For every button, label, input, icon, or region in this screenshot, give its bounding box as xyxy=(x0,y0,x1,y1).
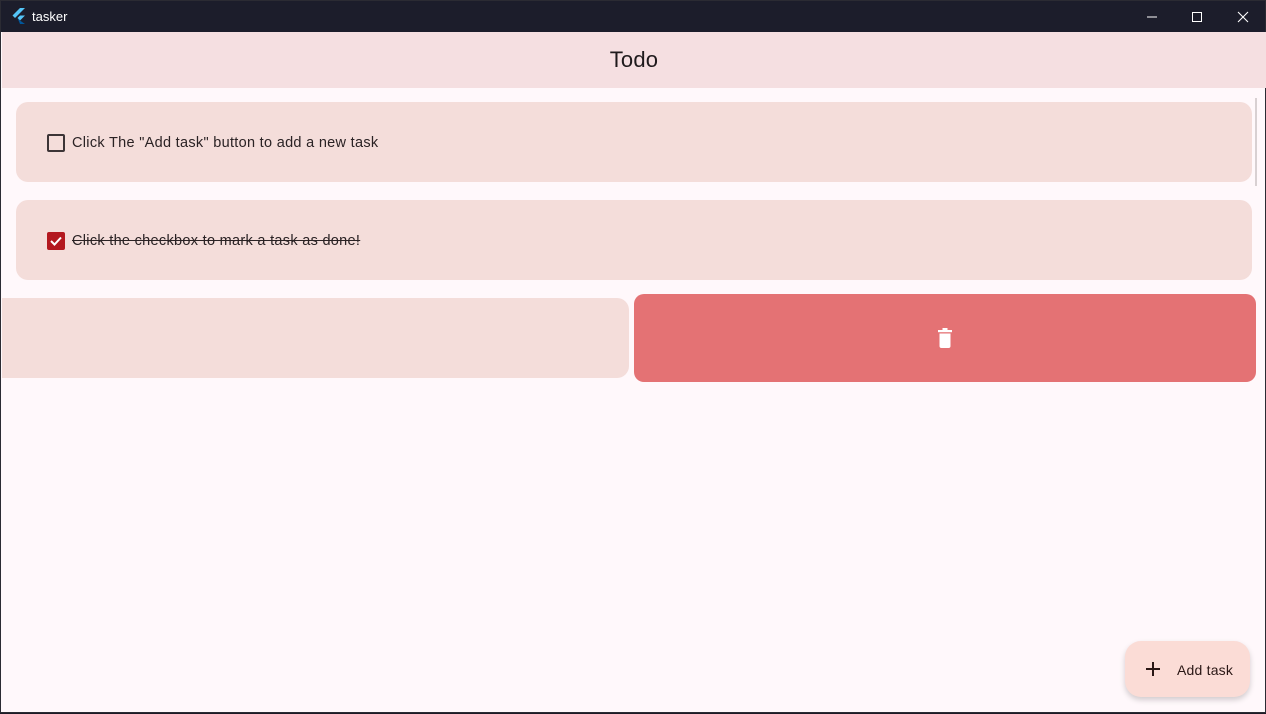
title-bar[interactable]: tasker xyxy=(1,1,1265,32)
task-text: Click The "Add task" button to add a new… xyxy=(72,135,379,151)
check-icon xyxy=(50,236,62,246)
task-text: Click the checkbox to mark a task as don… xyxy=(72,233,361,249)
close-icon xyxy=(1237,11,1249,22)
task-list[interactable]: Click The "Add task" button to add a new… xyxy=(1,88,1266,714)
add-task-button[interactable]: Add task xyxy=(1125,641,1250,697)
minimize-icon xyxy=(1147,16,1157,17)
app-window: tasker Todo Click The "Add task" button … xyxy=(0,0,1266,713)
add-task-label: Add task xyxy=(1177,662,1234,678)
task-card[interactable]: Click The "Add task" button to add a new… xyxy=(16,102,1252,182)
trash-icon xyxy=(938,328,952,348)
task-checkbox[interactable] xyxy=(47,232,65,250)
maximize-button[interactable] xyxy=(1174,1,1220,32)
maximize-icon xyxy=(1192,11,1202,22)
flutter-logo-icon xyxy=(12,8,25,24)
scrollbar[interactable] xyxy=(1255,98,1257,186)
swiped-task-card[interactable] xyxy=(2,298,629,378)
close-button[interactable] xyxy=(1220,1,1266,32)
task-card[interactable]: Click the checkbox to mark a task as don… xyxy=(16,200,1252,280)
window-title: tasker xyxy=(32,9,68,24)
app-bar: Todo xyxy=(2,32,1266,88)
delete-swipe-background[interactable] xyxy=(634,294,1256,382)
plus-icon xyxy=(1146,662,1160,676)
task-checkbox[interactable] xyxy=(47,134,65,152)
minimize-button[interactable] xyxy=(1129,1,1175,32)
page-title: Todo xyxy=(609,47,659,72)
